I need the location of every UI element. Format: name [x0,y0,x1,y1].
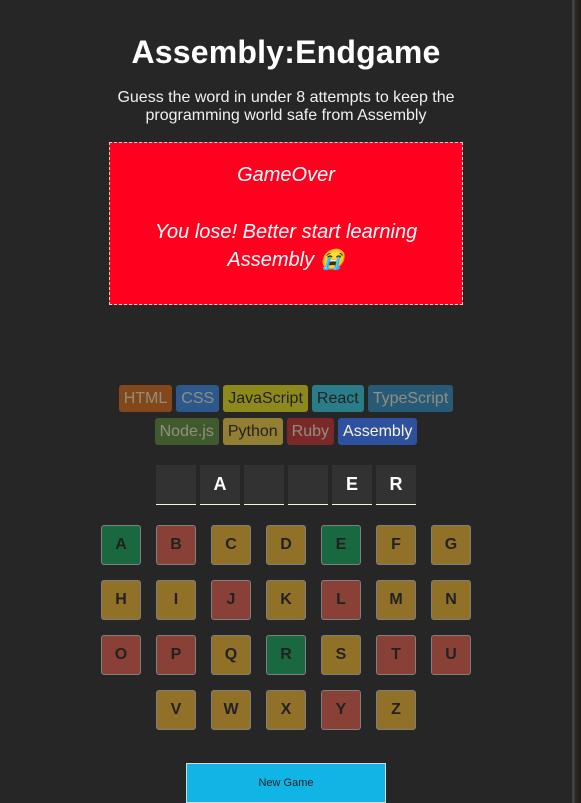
language-chip: JavaScript [223,385,308,412]
language-chips: HTML CSS JavaScript React TypeScript Node.js P… [106,385,466,445]
key-h[interactable]: H [101,580,141,620]
new-game-button[interactable]: New Game [186,763,386,803]
key-n[interactable]: N [431,580,471,620]
key-u[interactable]: U [431,635,471,675]
key-q[interactable]: Q [211,635,251,675]
key-x[interactable]: X [266,690,306,730]
key-r[interactable]: R [266,635,306,675]
key-z[interactable]: Z [376,690,416,730]
key-a[interactable]: A [101,525,141,565]
language-chip: HTML [118,385,173,412]
key-m[interactable]: M [376,580,416,620]
game-status-banner: GameOver You lose! Better start learning… [109,142,463,305]
language-chip: Python [222,418,283,445]
letter-slot [244,465,284,505]
key-k[interactable]: K [266,580,306,620]
key-y[interactable]: Y [321,690,361,730]
letter-slot: A [200,465,240,505]
key-d[interactable]: D [266,525,306,565]
language-chip: React [311,385,364,412]
key-s[interactable]: S [321,635,361,675]
page-title: Assembly:Endgame [131,34,441,70]
word-display: A ER [156,465,416,505]
key-w[interactable]: W [211,690,251,730]
key-b[interactable]: B [156,525,196,565]
key-e[interactable]: E [321,525,361,565]
language-chip: CSS [176,385,220,412]
status-message: You lose! Better start learning Assembly… [154,221,418,271]
keyboard: ABCDEFG HIJKLMN OPQRSTU VWXYZ [96,525,476,730]
key-t[interactable]: T [376,635,416,675]
key-v[interactable]: V [156,690,196,730]
letter-slot: R [376,465,416,505]
language-chip: Ruby [286,418,335,445]
key-i[interactable]: I [156,580,196,620]
key-l[interactable]: L [321,580,361,620]
key-j[interactable]: J [211,580,251,620]
key-p[interactable]: P [156,635,196,675]
window-edge [572,0,581,803]
language-chip: Node.js [154,418,219,445]
key-g[interactable]: G [431,525,471,565]
key-c[interactable]: C [211,525,251,565]
key-f[interactable]: F [376,525,416,565]
language-chip: Assembly [338,418,418,445]
letter-slot: E [332,465,372,505]
page-subtitle: Guess the word in under 8 attempts to ke… [117,89,455,124]
key-o[interactable]: O [101,635,141,675]
letter-slot [288,465,328,505]
status-title: GameOver [237,164,335,186]
language-chip: TypeScript [367,385,454,412]
letter-slot [156,465,196,505]
game-container: Assembly:Endgame Guess the word in under… [0,0,572,803]
